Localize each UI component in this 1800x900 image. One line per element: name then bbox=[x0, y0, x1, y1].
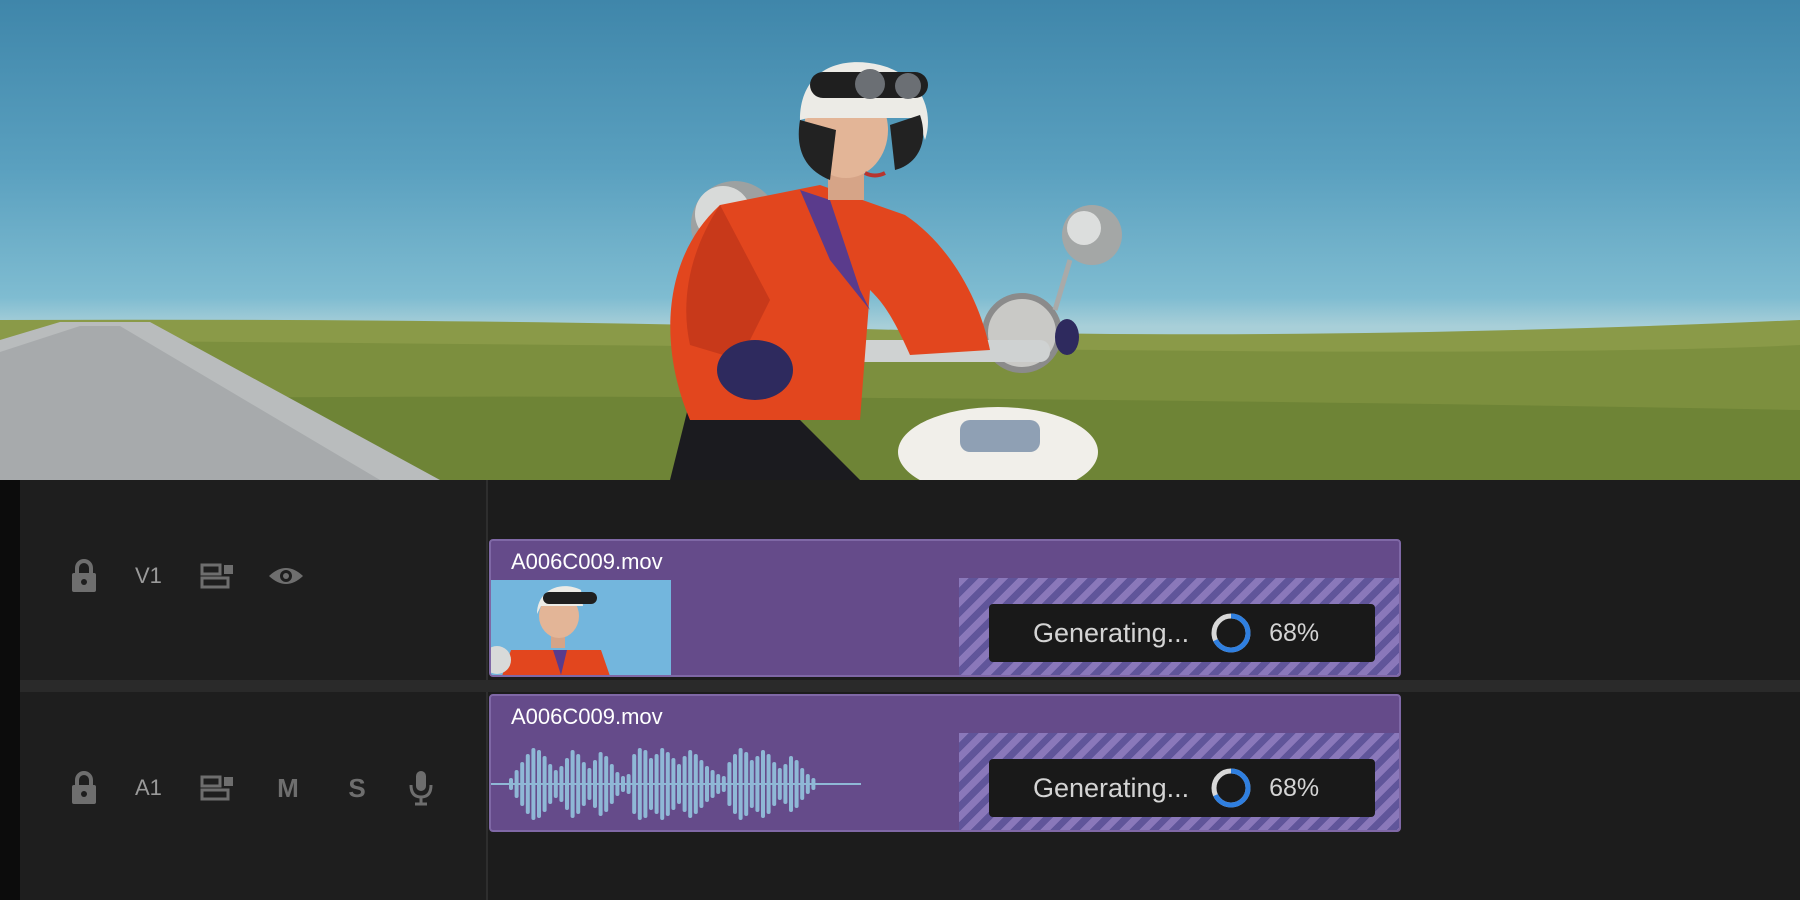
progress-percent: 68% bbox=[1269, 774, 1319, 803]
track-header-v1: V1 bbox=[20, 546, 486, 606]
waveform-bar bbox=[543, 756, 547, 812]
waveform-bar bbox=[621, 776, 625, 792]
waveform-bar bbox=[795, 760, 799, 808]
waveform-bar bbox=[755, 756, 759, 812]
waveform-bar bbox=[671, 758, 675, 810]
generating-label: Generating... bbox=[1033, 618, 1189, 649]
generating-label: Generating... bbox=[1033, 773, 1189, 804]
waveform-bar bbox=[649, 758, 653, 810]
waveform-bar bbox=[739, 748, 743, 820]
audio-clip[interactable]: A006C009.mov Generating... 68% bbox=[489, 694, 1401, 832]
waveform-bar bbox=[711, 770, 715, 798]
audio-waveform bbox=[491, 736, 871, 832]
timeline-panel: V1 A1 M S A006C009.mov bbox=[0, 480, 1800, 900]
waveform-bar bbox=[559, 766, 563, 802]
generating-indicator: Generating... 68% bbox=[989, 759, 1375, 817]
lock-icon[interactable] bbox=[66, 546, 102, 606]
mute-button[interactable]: M bbox=[270, 758, 306, 818]
waveform-bar bbox=[587, 768, 591, 800]
generating-indicator: Generating... 68% bbox=[989, 604, 1375, 662]
program-monitor bbox=[0, 0, 1800, 480]
waveform-bar bbox=[515, 770, 519, 798]
waveform-bar bbox=[727, 762, 731, 806]
video-clip[interactable]: A006C009.mov Generating... 68% bbox=[489, 539, 1401, 677]
waveform-bar bbox=[610, 764, 614, 804]
video-frame bbox=[0, 0, 1800, 480]
progress-percent: 68% bbox=[1269, 619, 1319, 648]
solo-button[interactable]: S bbox=[340, 758, 374, 818]
waveform-bar bbox=[750, 760, 754, 808]
waveform-bar bbox=[643, 750, 647, 818]
waveform-bar bbox=[789, 756, 793, 812]
waveform-bar bbox=[554, 770, 558, 798]
clip-thumbnail bbox=[491, 580, 671, 677]
waveform-bar bbox=[744, 752, 748, 816]
waveform-bar bbox=[576, 754, 580, 814]
waveform-bar bbox=[699, 760, 703, 808]
waveform-bar bbox=[694, 754, 698, 814]
clip-name: A006C009.mov bbox=[511, 704, 663, 730]
waveform-bar bbox=[571, 750, 575, 818]
waveform-bar bbox=[638, 748, 642, 820]
waveform-bar bbox=[660, 748, 664, 820]
waveform-bar bbox=[627, 774, 631, 794]
waveform-bar bbox=[548, 764, 552, 804]
waveform-bar bbox=[800, 768, 804, 800]
waveform-bar bbox=[604, 756, 608, 812]
waveform-bar bbox=[722, 776, 726, 792]
sync-lock-icon[interactable] bbox=[198, 546, 238, 606]
waveform-bar bbox=[761, 750, 765, 818]
waveform-bar bbox=[582, 762, 586, 806]
waveform-bar bbox=[783, 764, 787, 804]
track-label-a1[interactable]: A1 bbox=[135, 758, 162, 818]
waveform-bar bbox=[806, 774, 810, 794]
generated-extension-area: Generating... 68% bbox=[959, 578, 1399, 677]
generated-extension-area: Generating... 68% bbox=[959, 733, 1399, 832]
waveform-bar bbox=[666, 752, 670, 816]
progress-spinner-icon bbox=[1209, 611, 1253, 655]
waveform-bar bbox=[632, 754, 636, 814]
waveform-bar bbox=[526, 754, 530, 814]
waveform-bar bbox=[599, 752, 603, 816]
waveform-bar bbox=[615, 772, 619, 796]
track-header-a1: A1 M S bbox=[20, 758, 486, 818]
waveform-bar bbox=[593, 760, 597, 808]
waveform-bar bbox=[767, 754, 771, 814]
waveform-bar bbox=[520, 762, 524, 806]
eye-icon[interactable] bbox=[264, 546, 308, 606]
lock-icon[interactable] bbox=[66, 758, 102, 818]
progress-spinner-icon bbox=[1209, 766, 1253, 810]
sync-lock-icon[interactable] bbox=[198, 758, 238, 818]
waveform-bar bbox=[772, 762, 776, 806]
waveform-bar bbox=[655, 754, 659, 814]
track-label-v1[interactable]: V1 bbox=[135, 546, 162, 606]
waveform-bar bbox=[811, 778, 815, 790]
waveform-bar bbox=[565, 758, 569, 810]
microphone-icon[interactable] bbox=[404, 758, 438, 818]
track-separator[interactable] bbox=[20, 680, 1800, 692]
waveform-bar bbox=[683, 756, 687, 812]
waveform-bar bbox=[688, 750, 692, 818]
waveform-bar bbox=[537, 750, 541, 818]
waveform-bar bbox=[733, 754, 737, 814]
waveform-bar bbox=[705, 766, 709, 802]
timeline-left-edge bbox=[0, 480, 20, 900]
clip-name: A006C009.mov bbox=[511, 549, 663, 575]
waveform-bar bbox=[509, 778, 513, 790]
waveform-bar bbox=[677, 764, 681, 804]
waveform-bar bbox=[778, 768, 782, 800]
waveform-bar bbox=[716, 774, 720, 794]
waveform-bar bbox=[531, 748, 535, 820]
